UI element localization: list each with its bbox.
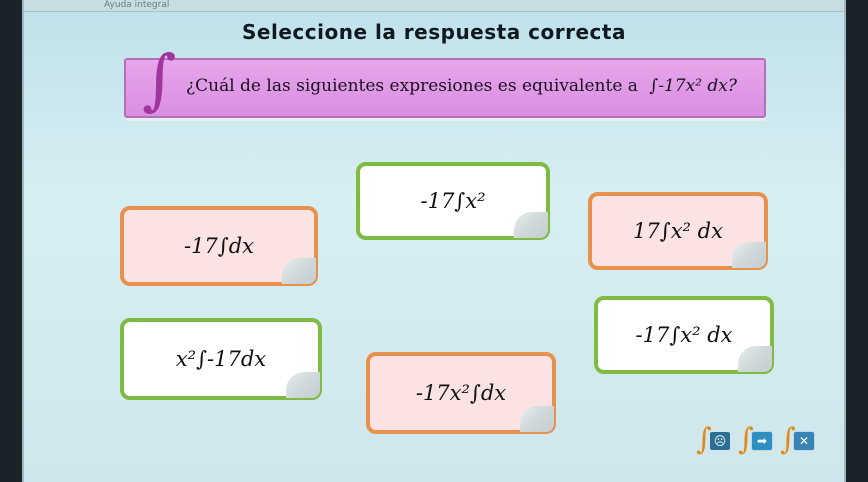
question-expression: ∫-17x² dx?	[649, 76, 737, 96]
option-e-label: x²∫-17dx	[175, 347, 267, 371]
option-b-label: -17∫dx	[183, 234, 255, 258]
integral-icon: ∫	[142, 41, 177, 118]
option-c-label: 17∫x² dx	[633, 219, 723, 243]
integral-next-icon[interactable]: ∫ ➡	[738, 422, 776, 460]
option-f-label: -17x²∫dx	[415, 381, 507, 405]
option-d-label: -17∫x² dx	[635, 323, 733, 347]
question-text: ¿Cuál de las siguientes expresiones es e…	[186, 76, 737, 96]
option-c-button[interactable]: 17∫x² dx	[588, 192, 768, 270]
option-f-button[interactable]: -17x²∫dx	[366, 352, 556, 434]
question-banner: ¿Cuál de las siguientes expresiones es e…	[124, 58, 766, 118]
help-symbol: ☹	[709, 431, 731, 451]
option-b-button[interactable]: -17∫dx	[120, 206, 318, 286]
question-prompt: ¿Cuál de las siguientes expresiones es e…	[186, 76, 638, 96]
integral-close-icon[interactable]: ∫ ✕	[780, 422, 818, 460]
app-title: Ayuda integral	[104, 0, 170, 10]
option-a-label: -17∫x²	[420, 189, 486, 213]
close-symbol: ✕	[793, 431, 815, 451]
option-d-button[interactable]: -17∫x² dx	[594, 296, 774, 374]
option-e-button[interactable]: x²∫-17dx	[120, 318, 322, 400]
option-a-button[interactable]: -17∫x²	[356, 162, 550, 240]
app-title-bar: Ayuda integral	[24, 0, 844, 12]
integral-help-icon[interactable]: ∫ ☹	[696, 422, 734, 460]
app-screen: Ayuda integral Seleccione la respuesta c…	[22, 0, 846, 482]
bottom-controls: ∫ ☹ ∫ ➡ ∫ ✕	[696, 422, 822, 462]
next-symbol: ➡	[751, 431, 773, 451]
